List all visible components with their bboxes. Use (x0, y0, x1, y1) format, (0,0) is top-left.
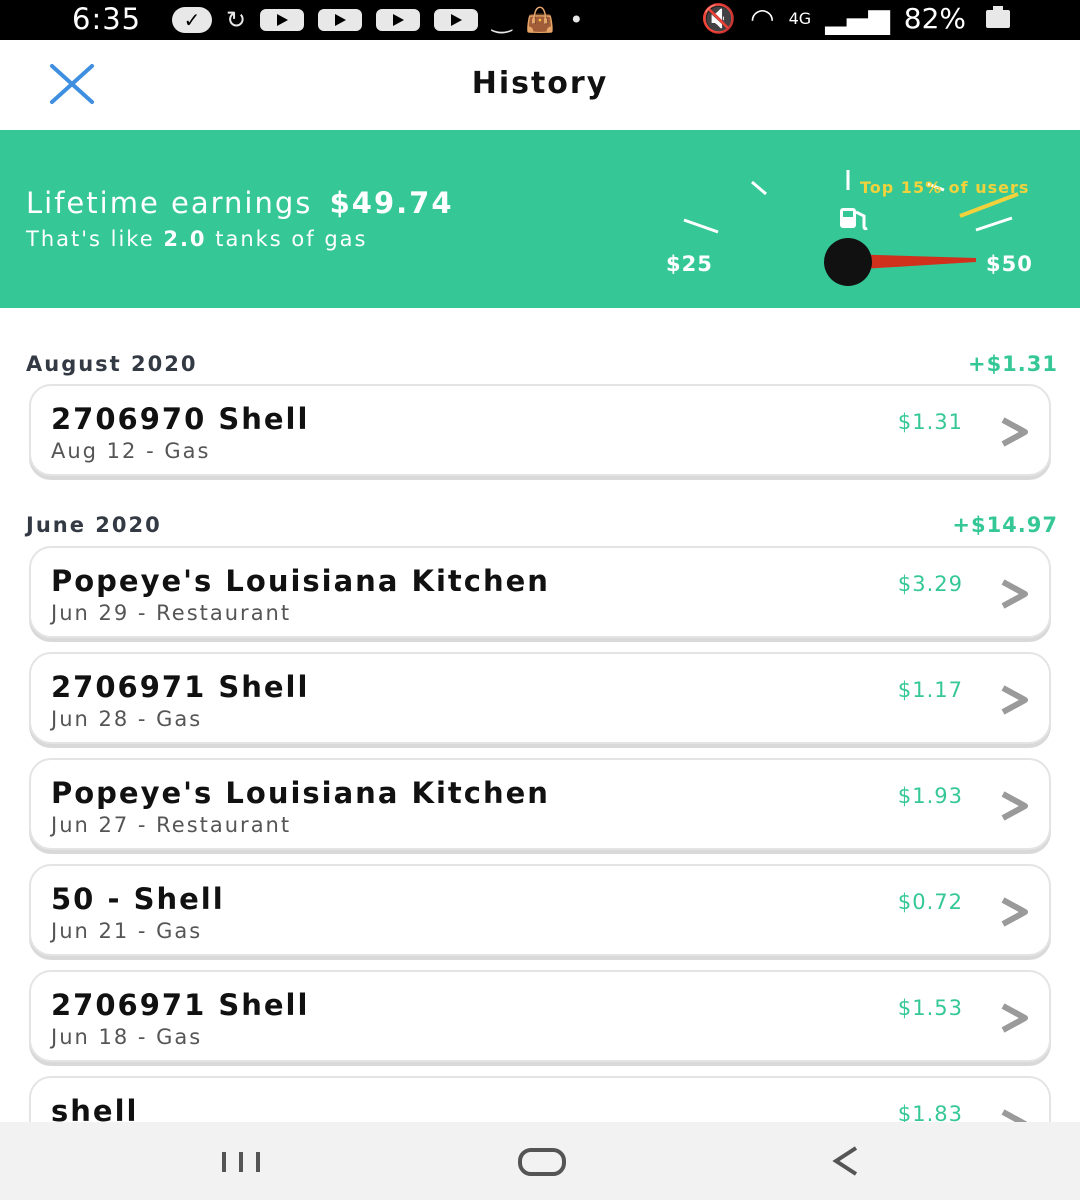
chevron-right-icon (1001, 1109, 1028, 1122)
navigation-bar (0, 1122, 1080, 1200)
check-icon: ✓ (172, 7, 212, 33)
mute-icon: 🔇 (701, 2, 737, 35)
month-name: August 2020 (26, 352, 198, 376)
chevron-right-icon (1001, 791, 1028, 821)
transaction-amount: $1.93 (897, 784, 963, 808)
month-total: +$14.97 (952, 513, 1058, 537)
chevron-right-icon (1001, 579, 1028, 609)
network-type: 4G (788, 9, 812, 28)
gauge-min-label: $25 (666, 252, 713, 276)
status-right: 🔇 ◠ 4G ▂▄▆ 82% (701, 2, 1010, 35)
back-button[interactable] (826, 1140, 866, 1182)
transaction-date-category: Aug 12 - Gas (51, 439, 211, 463)
tanks-equivalent: That's like 2.0 tanks of gas (26, 227, 367, 251)
merchant-name: Popeye's Louisiana Kitchen (51, 776, 550, 810)
status-time: 6:35 (72, 2, 142, 36)
lifetime-label: Lifetime earnings (26, 186, 313, 220)
amazon-icon: ‿ (492, 6, 512, 34)
transaction-card[interactable]: Popeye's Louisiana Kitchen Jun 29 - Rest… (29, 546, 1051, 638)
home-button[interactable] (516, 1140, 568, 1182)
status-bar: 6:35 ✓ ↻ ‿ 👜 • 🔇 ◠ 4G ▂▄▆ 82% (0, 0, 1080, 40)
transaction-amount: $3.29 (897, 572, 963, 596)
gas-pump-icon (836, 202, 872, 236)
youtube-icon (260, 9, 305, 31)
transaction-card[interactable]: 2706971 Shell Jun 28 - Gas $1.17 (29, 652, 1051, 744)
transaction-list[interactable]: August 2020 +$1.31 2706970 Shell Aug 12 … (0, 308, 1080, 1122)
youtube-icon (318, 9, 363, 31)
transaction-date-category: Jun 27 - Restaurant (51, 813, 292, 837)
transaction-card[interactable]: 50 - Shell Jun 21 - Gas $0.72 (29, 864, 1051, 956)
month-name: June 2020 (26, 513, 162, 537)
youtube-icon (376, 9, 421, 31)
notification-icons: ✓ ↻ ‿ 👜 • (172, 6, 583, 34)
youtube-icon (434, 9, 479, 31)
tanks-suffix: tanks of gas (215, 227, 368, 251)
month-total: +$1.31 (967, 352, 1058, 376)
merchant-name: shell (51, 1094, 139, 1122)
transaction-date-category: Jun 18 - Gas (51, 1025, 203, 1049)
tanks-prefix: That's like (26, 227, 155, 251)
chevron-right-icon (1001, 417, 1028, 447)
battery-percent: 82% (903, 2, 966, 35)
header: History (0, 40, 1080, 130)
month-header: August 2020 +$1.31 (26, 352, 1058, 382)
month-header: June 2020 +$14.97 (26, 513, 1058, 543)
transaction-card[interactable]: shell $1.83 (29, 1076, 1051, 1122)
merchant-name: 2706971 Shell (51, 988, 310, 1022)
chevron-right-icon (1001, 1003, 1028, 1033)
gauge-max-label: $50 (986, 252, 1033, 276)
battery-icon (986, 5, 1010, 28)
chevron-right-icon (1001, 685, 1028, 715)
lifetime-amount: $49.74 (329, 186, 454, 220)
dot-icon: • (569, 6, 584, 34)
transaction-amount: $1.31 (897, 410, 963, 434)
transaction-card[interactable]: 2706971 Shell Jun 18 - Gas $1.53 (29, 970, 1051, 1062)
tanks-count: 2.0 (163, 227, 207, 251)
earnings-banner: Lifetime earnings $49.74 That's like 2.0… (0, 130, 1080, 308)
merchant-name: 50 - Shell (51, 882, 225, 916)
back-icon (832, 1146, 858, 1176)
merchant-name: Popeye's Louisiana Kitchen (51, 564, 550, 598)
sync-icon: ↻ (226, 6, 247, 34)
earnings-gauge: $25 $50 Top 15% of users (640, 166, 1080, 308)
transaction-amount: $1.17 (897, 678, 963, 702)
wifi-icon: ◠ (750, 2, 775, 35)
transaction-card[interactable]: Popeye's Louisiana Kitchen Jun 27 - Rest… (29, 758, 1051, 850)
home-icon (518, 1148, 566, 1176)
transaction-date-category: Jun 28 - Gas (51, 707, 203, 731)
top-users-label: Top 15% of users (860, 178, 1030, 197)
merchant-name: 2706970 Shell (51, 402, 310, 436)
page-title: History (471, 66, 609, 101)
recent-apps-button[interactable] (216, 1140, 266, 1182)
transaction-card[interactable]: 2706970 Shell Aug 12 - Gas $1.31 (29, 384, 1051, 476)
transaction-date-category: Jun 21 - Gas (51, 919, 203, 943)
transaction-amount: $0.72 (897, 890, 963, 914)
transaction-amount: $1.83 (897, 1102, 963, 1122)
shopping-bag-icon: 👜 (525, 6, 556, 34)
merchant-name: 2706971 Shell (51, 670, 310, 704)
lifetime-earnings: Lifetime earnings $49.74 (26, 186, 454, 220)
signal-icon: ▂▄▆ (825, 2, 890, 35)
transaction-date-category: Jun 29 - Restaurant (51, 601, 292, 625)
recent-apps-icon (222, 1152, 260, 1172)
transaction-amount: $1.53 (897, 996, 963, 1020)
chevron-right-icon (1001, 897, 1028, 927)
